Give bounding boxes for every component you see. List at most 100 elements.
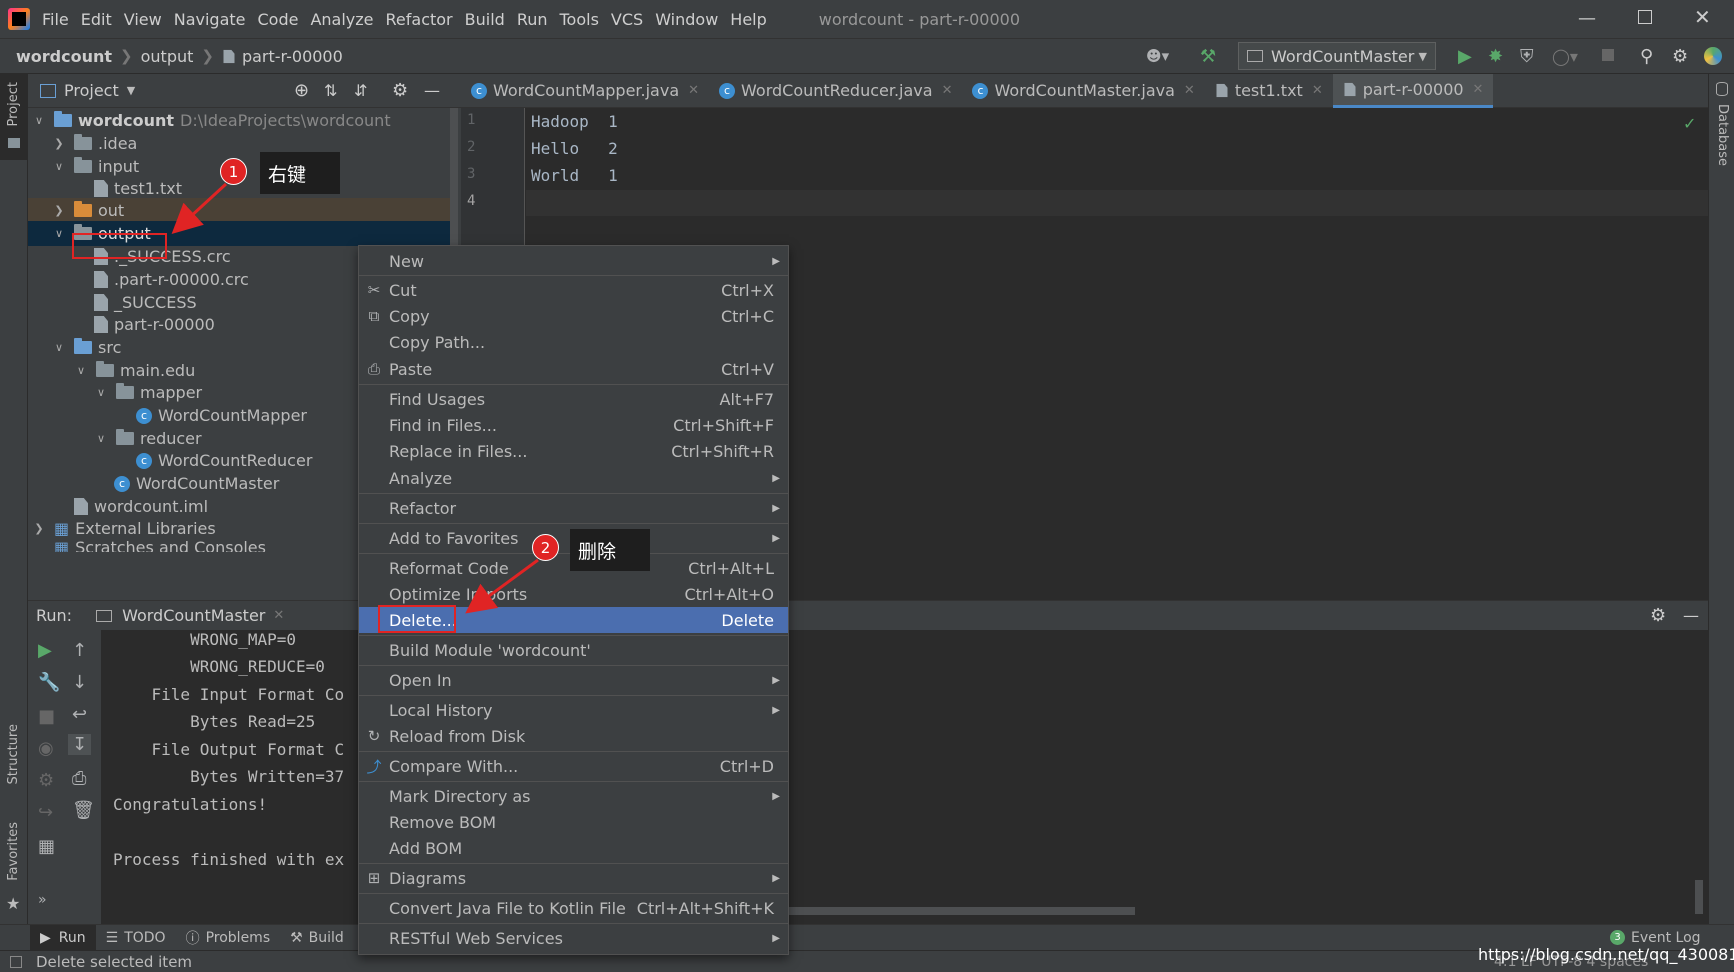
- menu-item-cut[interactable]: ✂ Cut Ctrl+X: [359, 277, 788, 303]
- menu-item-compare-with[interactable]: ⤴ Compare With... Ctrl+D: [359, 753, 788, 779]
- tree-item-idea[interactable]: ❯ .idea: [52, 131, 137, 156]
- horizontal-scrollbar[interactable]: [787, 907, 1135, 915]
- menu-code[interactable]: Code: [258, 10, 299, 29]
- collapse-all-icon[interactable]: ⇵: [354, 81, 367, 100]
- menu-item-local-history[interactable]: Local History ▶: [359, 697, 788, 723]
- stop-icon[interactable]: [1602, 49, 1614, 61]
- soft-wrap-icon[interactable]: ↩: [72, 704, 87, 725]
- user-icon[interactable]: ☻▾: [1146, 47, 1169, 65]
- menu-item-refactor[interactable]: Refactor ▶: [359, 495, 788, 521]
- menu-item-convert-to-kotlin[interactable]: Convert Java File to Kotlin File Ctrl+Alt…: [359, 895, 788, 921]
- problems-tool-button[interactable]: ⓘ Problems: [176, 928, 281, 948]
- search-icon[interactable]: ⚲: [1640, 46, 1653, 67]
- breadcrumb-project[interactable]: wordcount: [16, 47, 112, 66]
- tab-test1[interactable]: test1.txt ✕: [1205, 74, 1333, 108]
- print-icon[interactable]: ⎙: [72, 768, 86, 789]
- debug-icon[interactable]: ✸: [1488, 46, 1503, 67]
- menu-item-optimize-imports[interactable]: Optimize Imports Ctrl+Alt+O: [359, 581, 788, 607]
- menu-item-copy-path[interactable]: Copy Path...: [359, 329, 788, 355]
- chevron-down-icon[interactable]: ∨: [94, 386, 108, 399]
- breadcrumb-file[interactable]: part-r-00000: [242, 47, 343, 66]
- scroll-down-icon[interactable]: ↓: [72, 672, 87, 693]
- menu-item-remove-bom[interactable]: Remove BOM: [359, 809, 788, 835]
- project-tool-label[interactable]: Project: [6, 82, 21, 126]
- coverage-icon[interactable]: ⛨: [1520, 46, 1534, 67]
- console-output[interactable]: WRONG_MAP=0 WRONG_REDUCE=0 File Input Fo…: [101, 630, 1708, 924]
- chevron-down-icon[interactable]: ∨: [74, 364, 88, 377]
- menu-item-copy[interactable]: ⧉ Copy Ctrl+C: [359, 303, 788, 329]
- build-tool-button[interactable]: ⚒ Build: [280, 930, 354, 946]
- hide-icon[interactable]: —: [1683, 606, 1699, 625]
- more-icon[interactable]: »: [38, 892, 47, 908]
- menu-item-analyze[interactable]: Analyze ▶: [359, 465, 788, 491]
- settings-icon[interactable]: ⚙: [1672, 46, 1688, 67]
- plugin-icon[interactable]: [1704, 47, 1722, 65]
- menu-item-add-bom[interactable]: Add BOM: [359, 835, 788, 861]
- wrench-icon[interactable]: 🔧: [38, 672, 60, 693]
- menu-item-paste[interactable]: ⎙ Paste Ctrl+V: [359, 356, 788, 382]
- chevron-down-icon[interactable]: ∨: [52, 341, 66, 354]
- camera-icon[interactable]: ◉: [38, 738, 54, 759]
- menu-item-mark-directory[interactable]: Mark Directory as ▶: [359, 783, 788, 809]
- trash-icon[interactable]: 🗑: [72, 800, 95, 821]
- layout-icon[interactable]: ▦: [38, 836, 55, 857]
- tab-wordcountmapper[interactable]: c WordCountMapper.java ✕: [461, 74, 709, 108]
- chevron-down-icon[interactable]: ▼: [127, 84, 135, 97]
- menu-navigate[interactable]: Navigate: [174, 10, 246, 29]
- build-hammer-icon[interactable]: ⚒: [1200, 46, 1216, 67]
- close-tab-icon[interactable]: ✕: [273, 608, 284, 623]
- run-tool-button[interactable]: ▶ Run: [30, 924, 96, 951]
- status-toggle-icon[interactable]: [10, 955, 22, 968]
- tree-item-wordcountreducer[interactable]: c WordCountReducer: [136, 448, 312, 473]
- tree-item-mapper[interactable]: ∨ mapper: [94, 380, 202, 405]
- tree-item-part-r[interactable]: part-r-00000: [94, 312, 215, 337]
- stop-icon[interactable]: ■: [38, 706, 55, 727]
- profile-icon[interactable]: ◯▾: [1552, 47, 1578, 66]
- chevron-down-icon[interactable]: ∨: [94, 432, 108, 445]
- rerun-icon[interactable]: ▶: [38, 640, 52, 661]
- vertical-scrollbar[interactable]: [1695, 880, 1703, 914]
- tab-wordcountreducer[interactable]: c WordCountReducer.java ✕: [709, 74, 962, 108]
- breadcrumb-folder[interactable]: output: [141, 47, 194, 66]
- tree-item-part-crc[interactable]: .part-r-00000.crc: [94, 267, 249, 292]
- menu-item-replace-in-files[interactable]: Replace in Files... Ctrl+Shift+R: [359, 438, 788, 464]
- menu-analyze[interactable]: Analyze: [310, 10, 373, 29]
- tree-item-out[interactable]: ❯ out: [28, 198, 450, 223]
- scroll-to-end-icon[interactable]: ↧: [68, 734, 92, 755]
- menu-item-restful[interactable]: RESTful Web Services ▶: [359, 925, 788, 951]
- maximize-button[interactable]: [1638, 10, 1652, 24]
- project-view-selector[interactable]: Project: [64, 81, 119, 100]
- structure-tool-label[interactable]: Structure: [6, 724, 21, 784]
- close-tab-icon[interactable]: ✕: [1473, 82, 1484, 97]
- tree-item-wordcountmaster[interactable]: c WordCountMaster: [114, 471, 279, 496]
- menu-build[interactable]: Build: [465, 10, 505, 29]
- menu-window[interactable]: Window: [655, 10, 718, 29]
- chevron-right-icon[interactable]: ❯: [52, 137, 66, 150]
- menu-help[interactable]: Help: [730, 10, 766, 29]
- chevron-down-icon[interactable]: ∨: [32, 114, 46, 127]
- event-log-button[interactable]: 3 Event Log: [1610, 930, 1701, 946]
- debug-settings-icon[interactable]: ⚙: [38, 770, 54, 791]
- menu-item-open-in[interactable]: Open In ▶: [359, 667, 788, 693]
- gear-icon[interactable]: ⚙: [1650, 605, 1666, 626]
- tree-item-root[interactable]: ∨ wordcount D:\IdeaProjects\wordcount: [32, 108, 391, 133]
- scroll-up-icon[interactable]: ↑: [72, 640, 87, 661]
- menu-item-reload-from-disk[interactable]: ↻ Reload from Disk: [359, 723, 788, 749]
- gear-icon[interactable]: ⚙: [392, 80, 408, 101]
- hide-icon[interactable]: —: [424, 81, 440, 100]
- menu-edit[interactable]: Edit: [81, 10, 112, 29]
- chevron-right-icon[interactable]: ❯: [32, 522, 46, 535]
- run-config-selector[interactable]: WordCountMaster ▼: [1238, 42, 1436, 70]
- chevron-right-icon[interactable]: ❯: [52, 204, 66, 217]
- menu-item-build-module[interactable]: Build Module 'wordcount': [359, 637, 788, 663]
- run-tab-label[interactable]: WordCountMaster: [122, 606, 265, 625]
- todo-tool-button[interactable]: ☰ TODO: [96, 930, 176, 946]
- menu-item-diagrams[interactable]: ⊞ Diagrams ▶: [359, 865, 788, 891]
- run-icon[interactable]: ▶: [1458, 46, 1472, 67]
- menu-item-find-usages[interactable]: Find Usages Alt+F7: [359, 386, 788, 412]
- close-tab-icon[interactable]: ✕: [942, 83, 953, 98]
- menu-item-find-in-files[interactable]: Find in Files... Ctrl+Shift+F: [359, 412, 788, 438]
- menu-file[interactable]: File: [42, 10, 69, 29]
- menu-tools[interactable]: Tools: [560, 10, 599, 29]
- favorites-tool-label[interactable]: Favorites: [6, 822, 21, 881]
